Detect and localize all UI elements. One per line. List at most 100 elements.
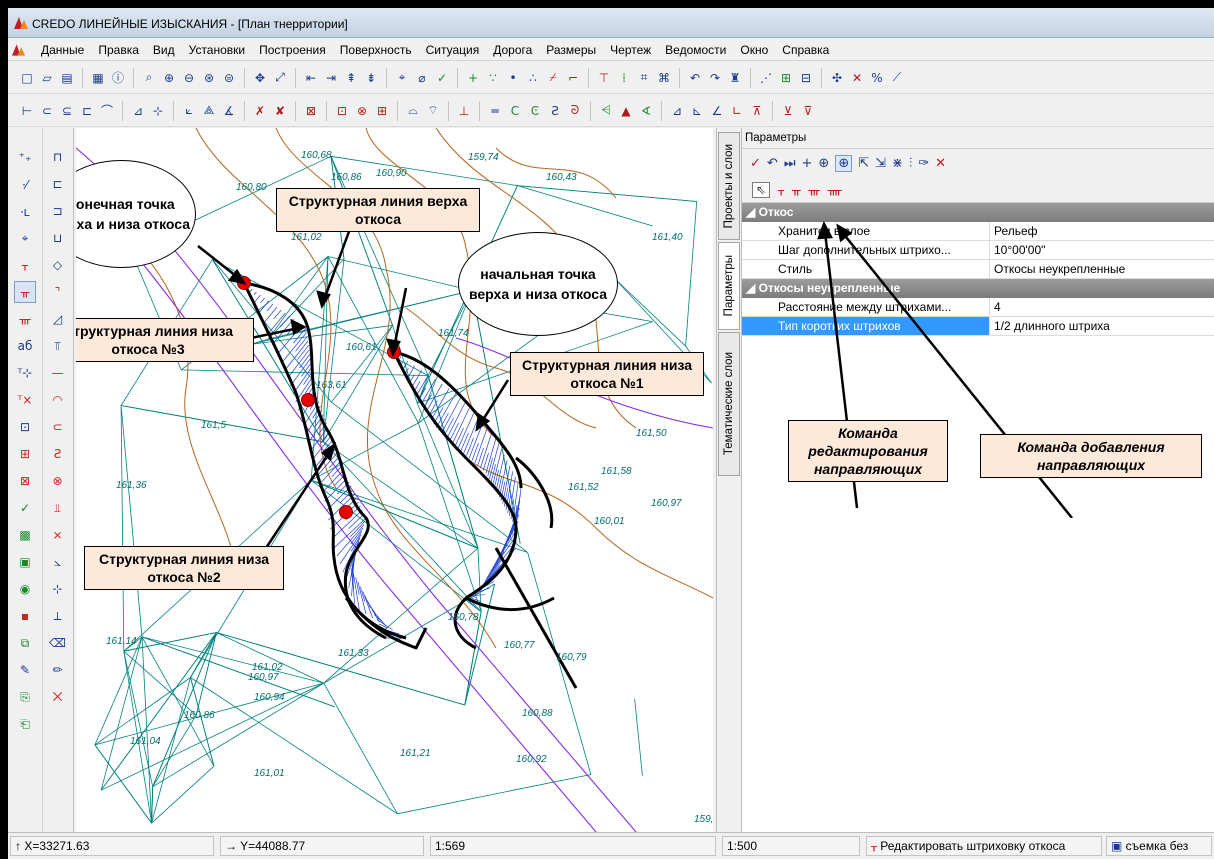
dim-tool-icon[interactable]: ⊹	[47, 578, 69, 600]
polyline-tool-icon[interactable]: ⸱⁄	[14, 173, 36, 195]
menu-drawing[interactable]: Чертеж	[603, 42, 658, 58]
menu-situation[interactable]: Ситуация	[419, 42, 487, 58]
curve-edit-icon[interactable]: ⊏	[78, 102, 96, 120]
profile-icon[interactable]: ⟀	[180, 102, 198, 120]
add-guides-icon[interactable]: ᚂ	[792, 183, 801, 197]
menu-dimensions[interactable]: Размеры	[539, 42, 603, 58]
poly-tool-icon[interactable]: ⊓	[47, 146, 69, 168]
save-icon[interactable]: ▤	[58, 69, 76, 87]
corner-tool-icon[interactable]: ⌝	[47, 281, 69, 303]
undo-icon[interactable]: ↶	[686, 69, 704, 87]
step-icon[interactable]: ⏭	[784, 156, 796, 171]
curve-icon[interactable]: ⊂	[38, 102, 56, 120]
tab-parameters[interactable]: Параметры	[718, 242, 740, 330]
close-tool-icon[interactable]: ⨉	[47, 686, 69, 708]
fill-add-icon[interactable]: ▣	[14, 551, 36, 573]
profile-two-icon[interactable]: ⟁	[200, 102, 218, 120]
select-all-icon[interactable]: ⇲	[875, 156, 886, 171]
cursor-icon[interactable]: ⇖	[752, 181, 771, 198]
target-active-icon[interactable]: ⊕	[835, 154, 853, 172]
text-tool-icon[interactable]: аб	[14, 335, 36, 357]
triangle-tool-icon[interactable]: ◿	[47, 308, 69, 330]
apply-icon[interactable]: ✓	[750, 156, 761, 171]
group-tool-icon[interactable]: ⧉	[14, 632, 36, 654]
snap-point-icon[interactable]: ⌘	[655, 69, 673, 87]
angle-tool-icon[interactable]: ⦣	[47, 551, 69, 573]
pk-icon[interactable]: ⊡	[333, 102, 351, 120]
slope-point-marker[interactable]	[339, 505, 353, 519]
cross-icon[interactable]: ✗	[251, 102, 269, 120]
zoom-prev-icon[interactable]: ⊜	[220, 69, 238, 87]
s-tool-icon[interactable]: Ƨ	[47, 443, 69, 465]
link-tool-icon[interactable]: ⎘	[14, 686, 36, 708]
fill-tool-icon[interactable]: ▩	[14, 524, 36, 546]
c-curve-icon[interactable]: C	[506, 102, 524, 120]
circle-tool-icon[interactable]: ◉	[14, 578, 36, 600]
cross-add-icon[interactable]: ✘	[271, 102, 289, 120]
redo-icon[interactable]: ↷	[706, 69, 724, 87]
new-file-icon[interactable]: □	[18, 69, 36, 87]
label-tool-icon[interactable]: ᵀ⊹	[14, 362, 36, 384]
eraser-tool-icon[interactable]: ⌫	[47, 632, 69, 654]
point-set-icon[interactable]: ∴	[524, 69, 542, 87]
document-icon[interactable]	[12, 44, 25, 56]
grid-icon[interactable]: ⁞	[615, 69, 633, 87]
binoculars-icon[interactable]: ♜	[726, 69, 744, 87]
move-down-icon[interactable]: ⇟	[362, 69, 380, 87]
box-add-icon[interactable]: ⊞	[14, 443, 36, 465]
layers-icon[interactable]: ▦	[89, 69, 107, 87]
square-tool-icon[interactable]: ▪	[14, 605, 36, 627]
slope-tool-icon[interactable]: ᚁ	[14, 254, 36, 276]
point-icon[interactable]: •	[504, 69, 522, 87]
triangulate-icon[interactable]: ⋰	[757, 69, 775, 87]
snap-icon[interactable]: ⌗	[635, 69, 653, 87]
table-icon[interactable]: ⊠	[302, 102, 320, 120]
zoom-window-icon[interactable]: ⌕	[140, 69, 158, 87]
c-curve-two-icon[interactable]: Ͼ	[526, 102, 544, 120]
menu-road[interactable]: Дорога	[486, 42, 539, 58]
bridge-two-icon[interactable]: ⌔	[424, 102, 442, 120]
diamond-tool-icon[interactable]: ◇	[47, 254, 69, 276]
status-layer[interactable]: ▣ съемка без	[1106, 836, 1212, 856]
info-icon[interactable]: ⓘ	[109, 69, 127, 87]
plan-map-canvas[interactable]: 160,68 160,90 159,74 160,43 160,86 160,80 161,…	[76, 128, 713, 832]
edit-guides-icon[interactable]: ᚁ	[778, 183, 784, 197]
area-icon[interactable]: ⩤	[597, 102, 615, 120]
transform-icon[interactable]: ✣	[828, 69, 846, 87]
point-move-icon[interactable]: ⌐	[564, 69, 582, 87]
menu-help[interactable]: Справка	[775, 42, 836, 58]
surface-edit-icon[interactable]: ⊟	[797, 69, 815, 87]
menu-settings[interactable]: Установки	[182, 42, 252, 58]
undo-step-icon[interactable]: ↶	[767, 156, 778, 171]
c-tool-icon[interactable]: ⊂	[47, 416, 69, 438]
check-tool-icon[interactable]: ✓	[14, 497, 36, 519]
dim-edit-icon[interactable]: ⟂	[47, 605, 69, 627]
pan-icon[interactable]: ✥	[251, 69, 269, 87]
hatch-tool-icon[interactable]: ⫫	[47, 497, 69, 519]
route-point-icon[interactable]: ⊹	[149, 102, 167, 120]
cross-tool-icon[interactable]: ⊗	[47, 470, 69, 492]
pk-box-icon[interactable]: ⊞	[373, 102, 391, 120]
point-add-icon[interactable]: +	[464, 69, 482, 87]
box-tool-icon[interactable]: ⊡	[14, 416, 36, 438]
poly-edit-icon[interactable]: ⊏	[47, 173, 69, 195]
arc-tool-icon[interactable]: ◠	[47, 389, 69, 411]
menu-construct[interactable]: Построения	[252, 42, 333, 58]
point-snap-icon[interactable]: ∵	[484, 69, 502, 87]
select-icon[interactable]: ⌖	[393, 69, 411, 87]
target-tool-icon[interactable]: ⌖	[14, 227, 36, 249]
menu-window[interactable]: Окно	[733, 42, 775, 58]
unlink-tool-icon[interactable]: ⎗	[14, 713, 36, 735]
zoom-in-icon[interactable]: ⊕	[160, 69, 178, 87]
pen-tool-icon[interactable]: ✎	[14, 659, 36, 681]
x-tool-icon[interactable]: ⨯	[47, 524, 69, 546]
menu-edit[interactable]: Правка	[91, 42, 146, 58]
slope-line-icon[interactable]: ⊥	[455, 102, 473, 120]
spiral-icon[interactable]: ᘐ	[566, 102, 584, 120]
box-delete-icon[interactable]: ⊠	[14, 470, 36, 492]
surface-icon[interactable]: ⊞	[777, 69, 795, 87]
fit-icon[interactable]: ⤢	[271, 69, 289, 87]
s-curve-icon[interactable]: Ƨ	[546, 102, 564, 120]
open-file-icon[interactable]: ▱	[38, 69, 56, 87]
measure-two-icon[interactable]: ⊾	[688, 102, 706, 120]
